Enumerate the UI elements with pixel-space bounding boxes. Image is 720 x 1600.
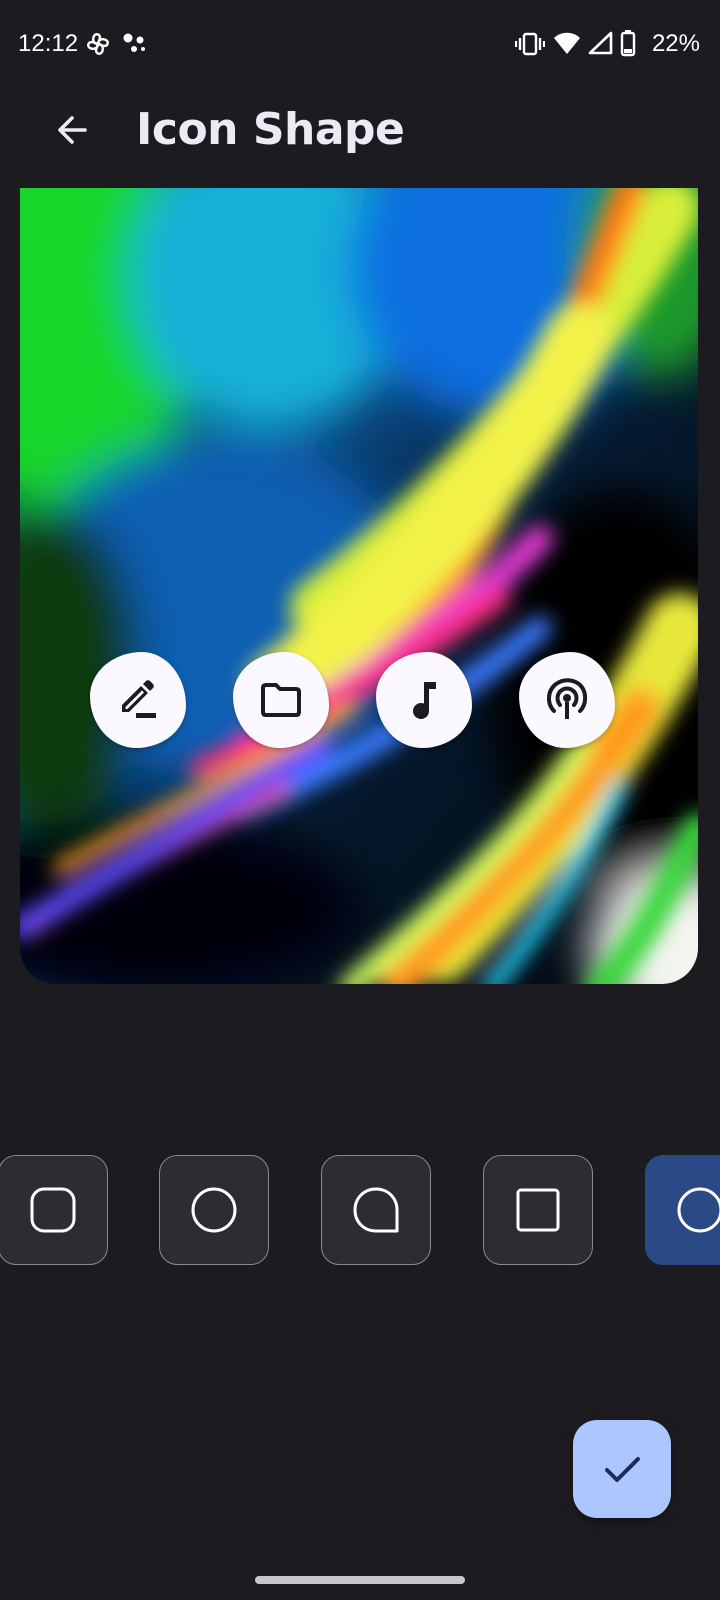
assistant-dots-icon: [123, 33, 145, 52]
battery-percentage: 22%: [651, 30, 700, 57]
shape-option-square[interactable]: [483, 1155, 593, 1265]
status-bar: 12:12 22%: [0, 0, 720, 88]
shape-option-circle[interactable]: [159, 1155, 269, 1265]
vibrate-icon: [515, 32, 545, 56]
rounded-square-shape-icon: [30, 1187, 76, 1233]
music-note-icon: [413, 682, 436, 719]
pinwheel-icon: [87, 33, 109, 55]
circle-shape-icon: [191, 1187, 237, 1233]
preview-app-podcast[interactable]: [519, 652, 615, 748]
folder-icon: [261, 683, 301, 717]
status-time: 12:12: [18, 30, 79, 57]
gesture-navigation-bar[interactable]: [255, 1576, 465, 1584]
check-icon: [605, 1457, 640, 1482]
icon-preview-card: [20, 188, 698, 984]
shape-option-teardrop[interactable]: [321, 1155, 431, 1265]
cell-signal-icon: [588, 31, 613, 55]
shape-option-circle-selected[interactable]: [645, 1155, 720, 1265]
preview-app-files[interactable]: [233, 652, 329, 748]
circle-shape-icon: [677, 1187, 720, 1233]
wifi-icon: [554, 32, 580, 54]
preview-app-icons: [20, 188, 698, 984]
icon-shape-screen: 12:12 22% Icon Shape: [0, 0, 720, 1600]
back-button[interactable]: [40, 98, 104, 162]
preview-app-edit[interactable]: [90, 652, 186, 748]
apply-button[interactable]: [573, 1420, 671, 1518]
arrow-back-icon: [58, 116, 87, 144]
page-title: Icon Shape: [136, 104, 405, 155]
top-app-bar: Icon Shape: [0, 92, 720, 178]
teardrop-shape-icon: [353, 1187, 399, 1233]
shape-option-rounded-square[interactable]: [0, 1155, 108, 1265]
battery-icon: [620, 30, 636, 57]
podcast-icon: [547, 678, 588, 719]
square-shape-icon: [516, 1188, 560, 1232]
preview-app-music[interactable]: [376, 652, 472, 748]
shape-options: [0, 1155, 720, 1267]
edit-icon: [122, 680, 156, 718]
